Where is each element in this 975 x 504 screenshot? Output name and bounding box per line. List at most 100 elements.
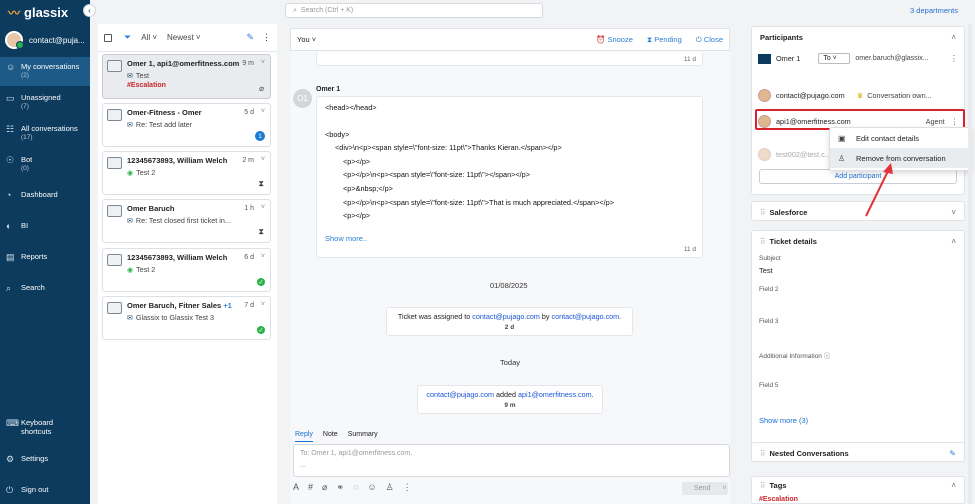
inbox-icon: ▭ (6, 93, 15, 103)
hashtag-icon[interactable]: # (308, 482, 313, 493)
nav-bi[interactable]: ◐ BI (0, 221, 90, 231)
reply-input[interactable]: To: Omer 1, api1@omerfitness.com. ... (293, 444, 730, 477)
drag-handle-icon[interactable]: ⠿ (760, 237, 766, 246)
subject-field[interactable]: Test (759, 266, 773, 275)
menu-item-remove-from-conversation[interactable]: ♙ Remove from conversation (830, 148, 970, 168)
more-icon[interactable]: ⋮ (950, 54, 958, 63)
chevron-up-icon[interactable]: ˄ (951, 33, 956, 42)
system-message: Ticket was assigned to contact@pujago.co… (386, 307, 633, 336)
attachment-icon[interactable]: ⌀ (322, 482, 327, 493)
send-button[interactable]: Send ˅ (682, 482, 728, 495)
nav-settings[interactable]: ⚙ Settings (0, 454, 90, 464)
nav-reports[interactable]: ▤ Reports (0, 252, 90, 262)
additional-info-field[interactable]: Additional Information ⓘ (759, 350, 830, 360)
user-link[interactable]: api1@omerfitness.com (518, 390, 592, 399)
select-all-checkbox[interactable] (104, 33, 112, 42)
pending-button[interactable]: ⧗ Pending (647, 35, 682, 45)
chevron-down-icon[interactable]: ˅ (261, 253, 265, 260)
chevron-down-icon[interactable]: ˅ (261, 59, 265, 66)
field-label[interactable]: Field 2 (759, 286, 779, 293)
conversation-subject: Test 2 (136, 265, 156, 274)
field-label: Additional Information (759, 353, 822, 360)
assignee-label: You (297, 35, 310, 44)
show-more-link[interactable]: Show more (3) (759, 416, 808, 425)
drag-handle-icon[interactable]: ⠿ (760, 481, 766, 490)
chevron-up-icon[interactable]: ˄ (951, 481, 956, 490)
system-time: 2 d (504, 324, 515, 331)
more-icon[interactable]: ⋮ (262, 32, 271, 43)
chevron-down-icon[interactable]: ˅ (261, 301, 265, 308)
snooze-button[interactable]: ⏰ Snooze (596, 35, 633, 45)
tag-escalation[interactable]: #Escalation (759, 496, 798, 503)
conversation-time: 7 d (244, 302, 254, 309)
list-item[interactable]: Omer-Fitness - Omer 5 d ˅ ✉ Re: Test add … (102, 103, 271, 147)
chevron-down-icon[interactable]: ˅ (951, 208, 956, 217)
collapse-sidebar-button[interactable]: ‹ (83, 4, 96, 17)
menu-item-edit-contact[interactable]: ▣ Edit contact details (830, 128, 970, 148)
list-item[interactable]: 12345673893, William Welch 6 d ˅ ◉ Test 2… (102, 248, 271, 292)
chevron-up-icon[interactable]: ˄ (951, 237, 956, 246)
sender-name: Omer 1 (316, 86, 341, 93)
tab-summary[interactable]: Summary (348, 431, 378, 442)
crown-icon: ♛ (856, 91, 864, 100)
people-icon[interactable]: ♙ (386, 482, 394, 493)
chat-icon[interactable]: ◌ (353, 482, 358, 493)
field-label[interactable]: Field 5 (759, 382, 779, 389)
compose-icon[interactable]: ✎ (246, 32, 254, 43)
nav-all-conversations[interactable]: ☷ All conversations (17) (0, 124, 90, 142)
close-button[interactable]: ⏻ Close (696, 35, 723, 45)
user-link[interactable]: contact@pujago.com (426, 390, 494, 399)
filter-all-select[interactable]: All ˅ (141, 33, 157, 42)
nested-conversations-header[interactable]: ⠿ Nested Conversations ✎ (752, 443, 964, 463)
assignee-select[interactable]: You ˅ (297, 35, 341, 44)
participants-header[interactable]: Participants ˄ (752, 27, 964, 47)
list-item[interactable]: Omer 1, api1@omerfitness.com 9 m ˅ ✉ Test… (102, 54, 271, 99)
user-link[interactable]: contact@pujago.com (552, 312, 620, 321)
drag-handle-icon[interactable]: ⠿ (760, 449, 766, 458)
list-item[interactable]: Omer Baruch 1 h ˅ ✉ Re: Test closed first… (102, 199, 271, 243)
nav-my-conversations[interactable]: ☺ My conversations (2) (0, 57, 90, 86)
nav-label: Keyboard shortcuts (21, 418, 54, 436)
conversation-subject: Test (135, 71, 150, 80)
sort-select[interactable]: Newest ˅ (167, 33, 201, 42)
nav-keyboard-shortcuts[interactable]: ⌨ Keyboard shortcuts (0, 418, 90, 436)
avatar (758, 148, 771, 161)
chevron-down-icon[interactable]: ˅ (261, 204, 265, 211)
nav-sign-out[interactable]: ⏻ Sign out (0, 485, 90, 495)
user-profile[interactable]: contact@puja... (0, 24, 90, 56)
nav-bot[interactable]: ☉ Bot (0) (0, 155, 90, 173)
list-item[interactable]: Omer Baruch, Fitner Sales +1 7 d ˅ ✉ Glas… (102, 296, 271, 340)
nav-search[interactable]: ⌕ Search (0, 283, 90, 293)
chevron-down-icon[interactable]: ˅ (261, 156, 265, 163)
emoji-icon[interactable]: ☺ (367, 482, 376, 493)
link-icon[interactable]: ⚭ (336, 482, 344, 493)
to-select[interactable]: To ˅ (818, 53, 851, 64)
filter-icon[interactable]: ⏷ (124, 32, 131, 43)
show-more-link[interactable]: Show more.. (325, 234, 695, 243)
tags-header[interactable]: ⠿ Tags ˄ (752, 477, 964, 493)
user-link[interactable]: contact@pujago.com (472, 312, 540, 321)
field-label[interactable]: Field 3 (759, 318, 779, 325)
search-input[interactable]: ⌕ Search (Ctrl + K) (285, 3, 543, 18)
list-item[interactable]: 12345673893, William Welch 2 m ˅ ◉ Test 2… (102, 151, 271, 195)
text-format-icon[interactable]: A (293, 482, 299, 493)
scrollbar[interactable] (968, 24, 972, 504)
chevron-down-icon[interactable]: ˅ (722, 485, 726, 492)
nav-dashboard[interactable]: ◔ Dashboard (0, 190, 90, 200)
more-icon[interactable]: ⋮ (403, 482, 412, 493)
departments-link[interactable]: 3 departments (910, 6, 958, 15)
edit-icon[interactable]: ✎ (949, 449, 956, 458)
reply-expand[interactable]: ... (300, 462, 723, 469)
conversation-thumb-icon (107, 205, 122, 217)
snooze-icon: ⏰ (596, 34, 606, 44)
nav-unassigned[interactable]: ▭ Unassigned (7) (0, 93, 90, 111)
ticket-details-header[interactable]: ⠿ Ticket details ˄ (752, 231, 964, 251)
reports-icon: ▤ (6, 252, 15, 262)
tab-note[interactable]: Note (323, 431, 338, 442)
conversation-subject: Glassix to Glassix Test 3 (135, 313, 215, 322)
add-participant-button[interactable]: Add participant (759, 169, 957, 184)
chevron-down-icon[interactable]: ˅ (261, 108, 265, 115)
salesforce-header[interactable]: ⠿ Salesforce ˅ (752, 202, 964, 222)
drag-handle-icon[interactable]: ⠿ (760, 208, 766, 217)
tab-reply[interactable]: Reply (295, 431, 313, 442)
